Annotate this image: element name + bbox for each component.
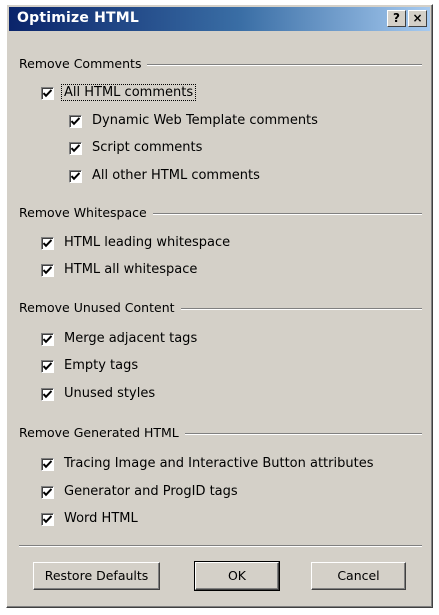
checkbox-label: Script comments (92, 140, 203, 155)
checkbox-label: All other HTML comments (92, 168, 260, 183)
help-button[interactable]: ? (387, 10, 406, 27)
group-label-remove-generated-html: Remove Generated HTML (19, 425, 185, 440)
checkbox-label: HTML all whitespace (64, 262, 198, 277)
close-button[interactable]: × (408, 10, 427, 27)
group-remove-comments: Remove Comments (19, 56, 422, 72)
checkbox-check-icon[interactable] (69, 115, 82, 128)
checkbox-check-icon[interactable] (69, 170, 82, 183)
optimize-html-dialog: Optimize HTML ? × Remove Comments All HT… (6, 4, 433, 608)
checkbox-label: All HTML comments (60, 84, 197, 101)
ok-button[interactable]: OK (194, 561, 280, 591)
checkbox-check-icon[interactable] (41, 264, 54, 277)
checkbox-check-icon[interactable] (41, 87, 54, 100)
group-label-remove-comments: Remove Comments (19, 56, 148, 71)
dialog-title: Optimize HTML (17, 10, 140, 26)
checkbox-label: HTML leading whitespace (64, 235, 231, 250)
group-remove-unused-content: Remove Unused Content (19, 300, 422, 316)
checkbox-check-icon[interactable] (41, 388, 54, 401)
checkbox-check-icon[interactable] (41, 486, 54, 499)
title-bar[interactable]: Optimize HTML ? × (9, 7, 430, 31)
button-separator (19, 545, 422, 547)
checkbox-check-icon[interactable] (69, 142, 82, 155)
checkbox-label: Merge adjacent tags (64, 331, 198, 346)
checkbox-check-icon[interactable] (41, 360, 54, 373)
checkbox-check-icon[interactable] (41, 237, 54, 250)
restore-defaults-button[interactable]: Restore Defaults (33, 562, 160, 590)
checkbox-label: Dynamic Web Template comments (92, 113, 318, 128)
checkbox-check-icon[interactable] (41, 333, 54, 346)
group-remove-generated-html: Remove Generated HTML (19, 425, 422, 441)
cancel-button[interactable]: Cancel (311, 562, 406, 590)
checkbox-label: Empty tags (64, 358, 139, 373)
checkbox-label: Unused styles (64, 386, 156, 401)
group-label-remove-unused-content: Remove Unused Content (19, 300, 181, 315)
checkbox-label: Generator and ProgID tags (64, 484, 238, 499)
group-remove-whitespace: Remove Whitespace (19, 205, 422, 221)
group-label-remove-whitespace: Remove Whitespace (19, 205, 153, 220)
checkbox-label: Word HTML (64, 511, 138, 526)
checkbox-check-icon[interactable] (41, 513, 54, 526)
checkbox-label: Tracing Image and Interactive Button att… (64, 456, 374, 471)
checkbox-check-icon[interactable] (41, 458, 54, 471)
